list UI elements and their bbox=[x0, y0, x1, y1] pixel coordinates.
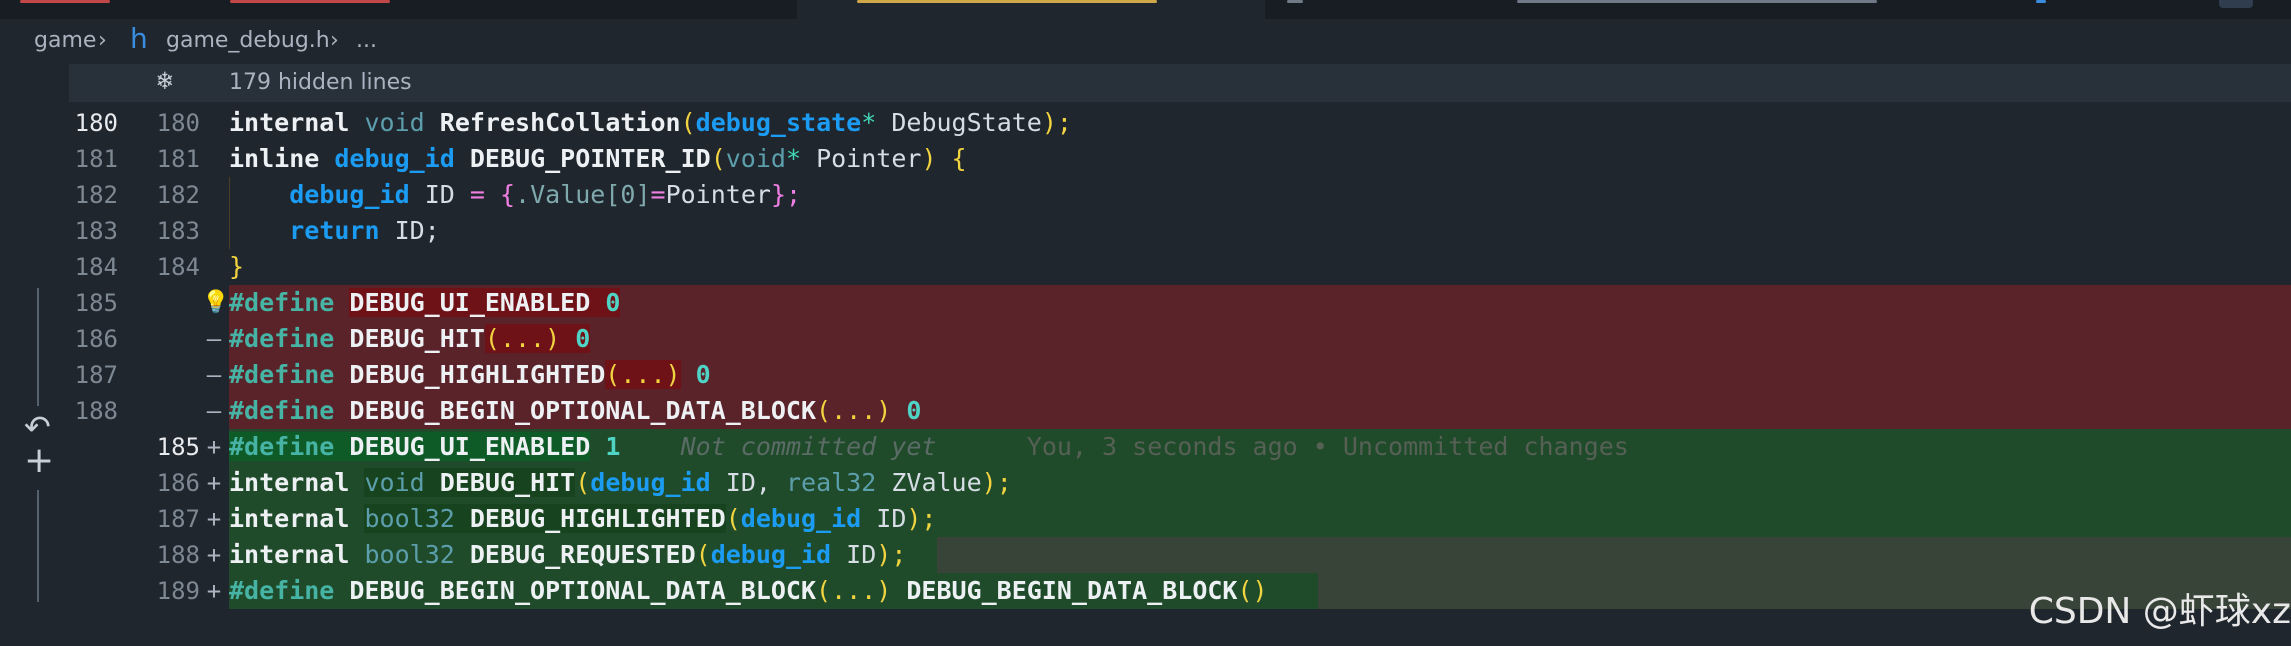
diff-removed-marker: — bbox=[206, 325, 222, 353]
code-line[interactable]: 184 184 } bbox=[0, 249, 2291, 285]
code-text[interactable]: internal void RefreshCollation(debug_sta… bbox=[229, 105, 1072, 141]
code-text[interactable]: #define DEBUG_HIT(...) 0 bbox=[229, 321, 591, 357]
diff-added-marker: + bbox=[206, 577, 222, 605]
diff-removed-marker: — bbox=[206, 397, 222, 425]
new-line-number: 180 bbox=[156, 109, 200, 137]
inline-blame-detail: You, 3 seconds ago • Uncommitted changes bbox=[1026, 432, 1629, 461]
c-header-file-icon: h bbox=[130, 22, 148, 55]
old-line-number: 186 bbox=[74, 325, 118, 353]
new-line-number: 185 bbox=[156, 433, 200, 461]
new-line-number: 188 bbox=[156, 541, 200, 569]
new-line-number: 186 bbox=[156, 469, 200, 497]
code-line[interactable]: 183 183 return ID; bbox=[0, 213, 2291, 249]
chevron-right-icon: › bbox=[330, 28, 339, 53]
code-text[interactable]: debug_id ID = {.Value[0]=Pointer}; bbox=[229, 177, 801, 213]
added-line[interactable]: 185 + #define DEBUG_UI_ENABLED 1 Not com… bbox=[0, 429, 2291, 465]
code-text[interactable]: #define DEBUG_BEGIN_OPTIONAL_DATA_BLOCK(… bbox=[229, 573, 1268, 609]
code-text[interactable]: internal bool32 DEBUG_REQUESTED(debug_id… bbox=[229, 537, 906, 573]
tab-title-fragment bbox=[857, 0, 1157, 3]
tab-action-button[interactable] bbox=[2219, 0, 2253, 8]
old-line-number: 181 bbox=[74, 145, 118, 173]
tab-4[interactable] bbox=[2014, 0, 2291, 19]
diff-added-marker: + bbox=[206, 469, 222, 497]
lightbulb-icon[interactable]: 💡 bbox=[202, 285, 229, 321]
code-text[interactable]: internal void DEBUG_HIT(debug_id ID, rea… bbox=[229, 465, 1012, 501]
breadcrumb-folder[interactable]: game bbox=[34, 28, 96, 53]
tab-1[interactable] bbox=[0, 0, 795, 19]
tab-2-active[interactable] bbox=[797, 0, 1265, 19]
added-line-background-dim bbox=[937, 537, 2291, 573]
code-text[interactable]: #define DEBUG_HIGHLIGHTED(...) 0 bbox=[229, 357, 711, 393]
chevron-right-icon: › bbox=[98, 28, 107, 53]
diff-added-marker: + bbox=[206, 433, 222, 461]
unfold-snowflake-icon[interactable]: ❄ bbox=[157, 66, 173, 96]
diff-added-marker: + bbox=[206, 541, 222, 569]
old-line-number: 180 bbox=[74, 109, 118, 137]
code-line[interactable]: 181 181 inline debug_id DEBUG_POINTER_ID… bbox=[0, 141, 2291, 177]
tab-title-fragment bbox=[1517, 0, 1877, 3]
breadcrumb-file[interactable]: game_debug.h bbox=[166, 28, 330, 53]
code-line[interactable]: 180 180 internal void RefreshCollation(d… bbox=[0, 105, 2291, 141]
deleted-line[interactable]: 186 — #define DEBUG_HIT(...) 0 bbox=[0, 321, 2291, 357]
code-line[interactable]: 182 182 debug_id ID = {.Value[0]=Pointer… bbox=[0, 177, 2291, 213]
diff-added-marker: + bbox=[206, 505, 222, 533]
code-text[interactable]: } bbox=[229, 249, 244, 285]
breadcrumb-more[interactable]: ... bbox=[356, 28, 377, 53]
old-line-number: 182 bbox=[74, 181, 118, 209]
code-text[interactable]: return ID; bbox=[229, 213, 440, 249]
code-text[interactable]: #define DEBUG_BEGIN_OPTIONAL_DATA_BLOCK(… bbox=[229, 393, 921, 429]
old-line-number: 187 bbox=[74, 361, 118, 389]
deleted-line[interactable]: 187 — #define DEBUG_HIGHLIGHTED(...) 0 bbox=[0, 357, 2291, 393]
old-line-number: 183 bbox=[74, 217, 118, 245]
tab-icon-fragment bbox=[1287, 0, 1303, 3]
breadcrumb: game › h game_debug.h › ... bbox=[0, 19, 2291, 64]
tab-strip bbox=[0, 0, 2291, 19]
new-line-number: 182 bbox=[156, 181, 200, 209]
deleted-line[interactable]: 188 — #define DEBUG_BEGIN_OPTIONAL_DATA_… bbox=[0, 393, 2291, 429]
new-line-number: 189 bbox=[156, 577, 200, 605]
tab-title-fragment bbox=[230, 0, 390, 3]
hidden-lines-label: 179 hidden lines bbox=[229, 70, 412, 95]
new-line-number: 184 bbox=[156, 253, 200, 281]
csdn-watermark: CSDN @虾球xz bbox=[2028, 591, 2291, 632]
new-line-number: 181 bbox=[156, 145, 200, 173]
added-line[interactable]: 188 + internal bool32 DEBUG_REQUESTED(de… bbox=[0, 537, 2291, 573]
code-text[interactable]: internal bool32 DEBUG_HIGHLIGHTED(debug_… bbox=[229, 501, 936, 537]
old-line-number: 188 bbox=[74, 397, 118, 425]
tab-icon-fragment bbox=[2036, 0, 2046, 3]
code-text[interactable]: inline debug_id DEBUG_POINTER_ID(void* P… bbox=[229, 141, 967, 177]
deleted-line[interactable]: 185 💡 #define DEBUG_UI_ENABLED 0 bbox=[0, 285, 2291, 321]
added-line[interactable]: 186 + internal void DEBUG_HIT(debug_id I… bbox=[0, 465, 2291, 501]
new-line-number: 187 bbox=[156, 505, 200, 533]
inline-blame-status: Not committed yet bbox=[680, 432, 937, 461]
tab-3[interactable] bbox=[1267, 0, 2012, 19]
code-text[interactable]: #define DEBUG_UI_ENABLED 1 Not committed… bbox=[229, 429, 1629, 465]
old-line-number: 184 bbox=[74, 253, 118, 281]
added-line[interactable]: 189 + #define DEBUG_BEGIN_OPTIONAL_DATA_… bbox=[0, 573, 2291, 609]
old-line-number: 185 bbox=[74, 289, 118, 317]
added-line[interactable]: 187 + internal bool32 DEBUG_HIGHLIGHTED(… bbox=[0, 501, 2291, 537]
diff-removed-marker: — bbox=[206, 361, 222, 389]
hidden-lines-bar[interactable]: ❄ 179 hidden lines bbox=[69, 64, 2291, 102]
new-line-number: 183 bbox=[156, 217, 200, 245]
code-text[interactable]: #define DEBUG_UI_ENABLED 0 bbox=[229, 285, 621, 321]
tab-title-fragment bbox=[20, 0, 110, 3]
